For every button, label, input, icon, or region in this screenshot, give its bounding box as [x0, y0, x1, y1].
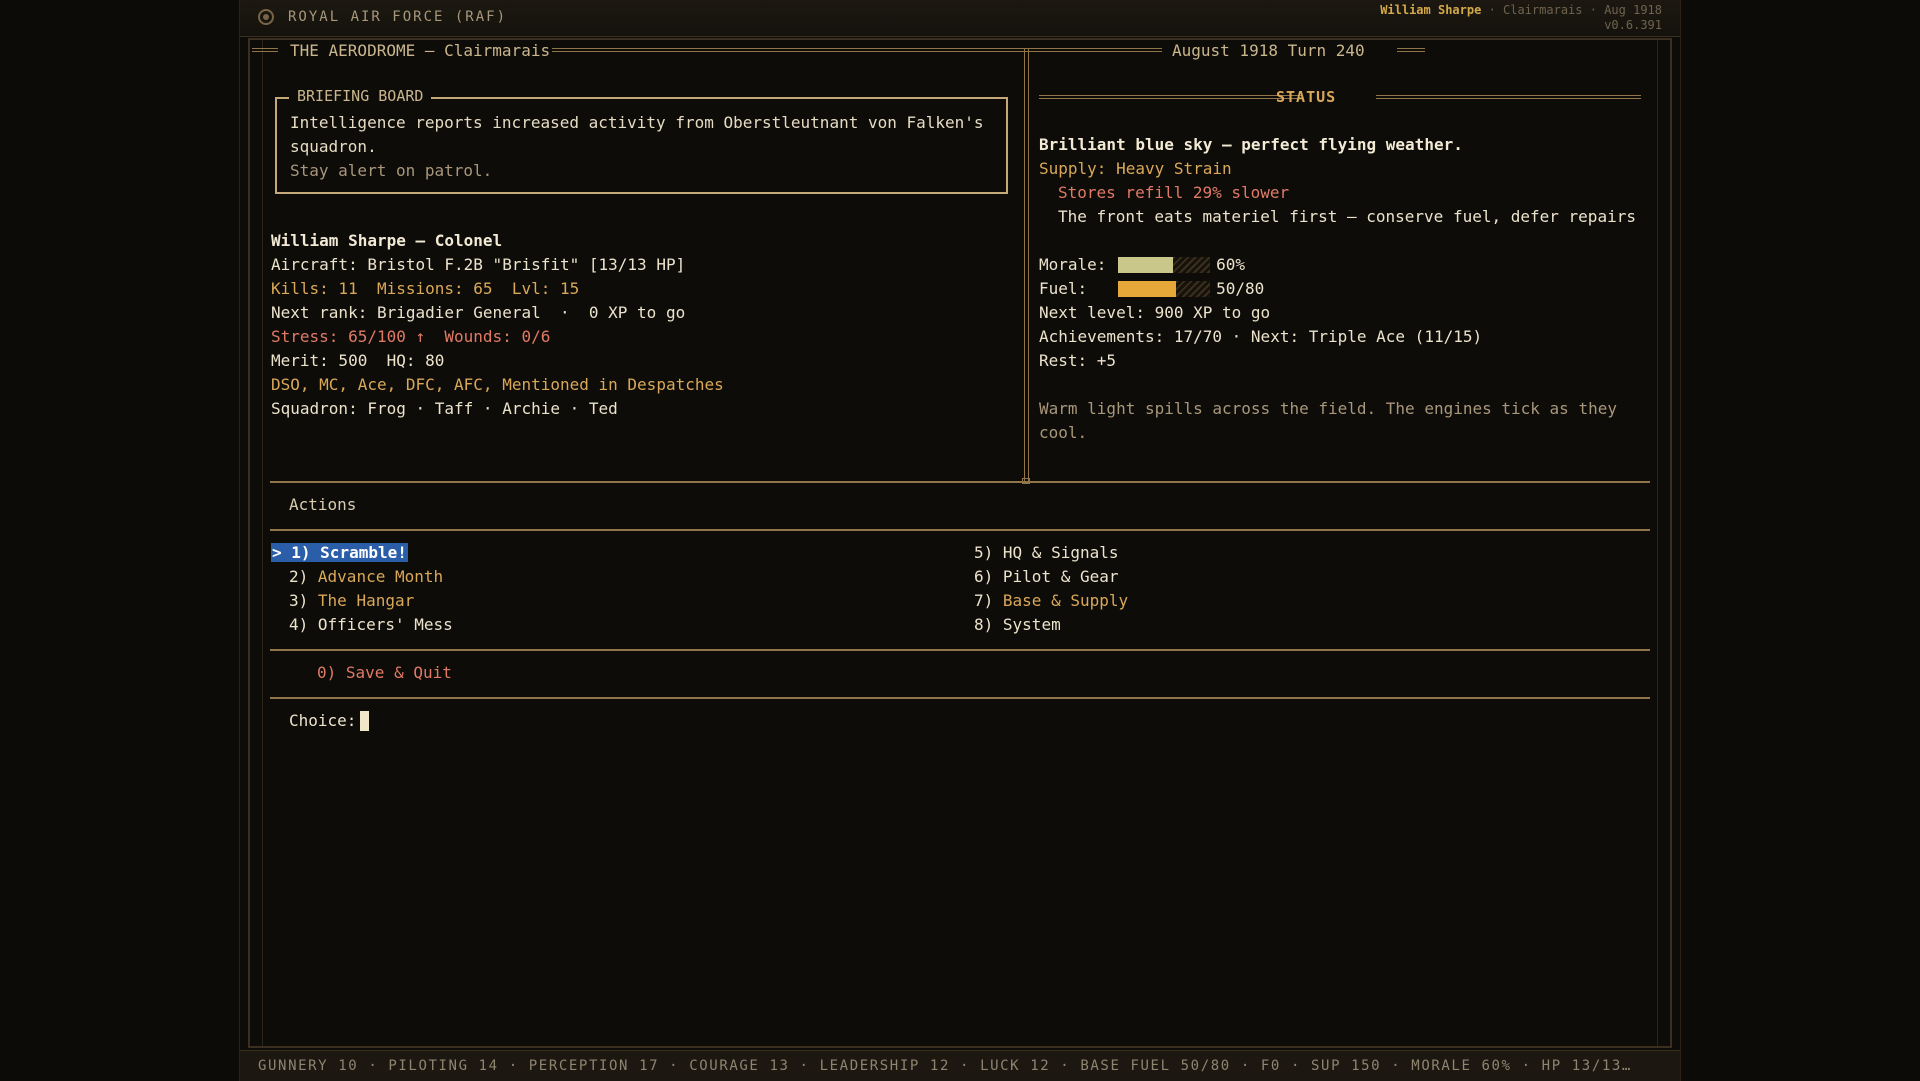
- menu-item-hangar[interactable]: 3) The Hangar: [289, 589, 414, 613]
- pilot-squadron: Squadron: Frog · Taff · Archie · Ted: [271, 399, 618, 418]
- selected-highlight: > 1) Scramble!: [271, 543, 408, 562]
- date-turn: August 1918 Turn 240: [1172, 41, 1365, 60]
- morale-bar-empty: [1173, 257, 1211, 273]
- briefing-text: Intelligence reports increased activity …: [290, 111, 990, 183]
- pilot-aircraft: Aircraft: Bristol F.2B "Brisfit" [13/13 …: [271, 255, 686, 274]
- pilot-kills-missions: Kills: 11 Missions: 65 Lvl: 15: [271, 279, 580, 298]
- player-name: William Sharpe: [1380, 3, 1482, 17]
- menu-key: 8): [974, 615, 994, 634]
- separator: ·: [1582, 3, 1605, 17]
- menu-key: 1): [291, 543, 311, 562]
- current-date: Aug 1918: [1604, 3, 1662, 17]
- session-info: William Sharpe · Clairmarais · Aug 1918 …: [1380, 3, 1662, 33]
- menu-label: Officers' Mess: [317, 615, 453, 634]
- separator: ·: [1481, 3, 1504, 17]
- raf-roundel-icon: [258, 9, 274, 25]
- fuel-bar-empty: [1175, 281, 1211, 297]
- menu-label: Advance Month: [317, 567, 444, 586]
- menu-label: Base & Supply: [1002, 591, 1129, 610]
- menu-label: Pilot & Gear: [1002, 567, 1119, 586]
- pilot-stress: Stress: 65/100 ↑: [271, 327, 426, 346]
- pilot-decorations: DSO, MC, Ace, DFC, AFC, Mentioned in Des…: [271, 375, 724, 394]
- menu-label: The Hangar: [317, 591, 415, 610]
- briefing-title: BRIEFING BOARD: [289, 87, 432, 105]
- pilot-name-rank: William Sharpe — Colonel: [271, 231, 503, 250]
- menu-item-officers-mess[interactable]: 4) Officers' Mess: [289, 613, 453, 637]
- morale-row: Morale: 60%: [1039, 253, 1245, 277]
- stats-status-bar: GUNNERY 10 · PILOTING 14 · PERCEPTION 17…: [240, 1050, 1680, 1081]
- text-cursor: [360, 711, 370, 731]
- version: v0.6.391: [1604, 18, 1662, 32]
- menu-item-pilot-gear[interactable]: 6) Pilot & Gear: [974, 565, 1119, 589]
- supply-note: The front eats materiel first — conserve…: [1058, 207, 1636, 226]
- pilot-stress-wounds: Stress: 65/100 ↑ Wounds: 0/6: [271, 325, 550, 349]
- fuel-bar: [1118, 281, 1211, 297]
- pilot-next-rank: Next rank: Brigadier General · 0 XP to g…: [271, 303, 686, 322]
- morale-bar-fill: [1118, 257, 1174, 273]
- location: Clairmarais: [1503, 3, 1583, 17]
- column-divider: [1024, 49, 1029, 483]
- app-title: ROYAL AIR FORCE (RAF): [288, 9, 508, 25]
- morale-bar: [1118, 257, 1211, 273]
- briefing-note: Stay alert on patrol.: [290, 161, 493, 180]
- fuel-label: Fuel:: [1039, 279, 1088, 298]
- menu-key: 4): [289, 615, 309, 634]
- briefing-message: Intelligence reports increased activity …: [290, 113, 984, 156]
- status-rule: [1376, 95, 1641, 99]
- header-rule: [1397, 48, 1425, 52]
- fuel-value: 50/80: [1216, 279, 1265, 298]
- fuel-bar-fill: [1118, 281, 1176, 297]
- menu-label: HQ & Signals: [1002, 543, 1119, 562]
- supply-status: Supply: Heavy Strain: [1039, 159, 1232, 178]
- section-divider: [270, 529, 1650, 531]
- rest: Rest: +5: [1039, 351, 1117, 370]
- menu-key: 7): [974, 591, 994, 610]
- header-rule: [552, 48, 1162, 52]
- flavor-text: Warm light spills across the field. The …: [1039, 399, 1617, 442]
- section-divider: [270, 649, 1650, 651]
- title-bar: ROYAL AIR FORCE (RAF) William Sharpe · C…: [240, 0, 1680, 37]
- selection-cursor: >: [272, 543, 292, 562]
- morale-value: 60%: [1216, 255, 1245, 274]
- choice-prompt[interactable]: Choice:: [289, 709, 370, 733]
- choice-label: Choice:: [289, 711, 357, 730]
- briefing-board: BRIEFING BOARD Intelligence reports incr…: [275, 87, 1008, 194]
- menu-item-base-supply[interactable]: 7) Base & Supply: [974, 589, 1128, 613]
- panel-title: THE AERODROME — Clairmarais: [290, 41, 551, 60]
- menu-label: Scramble!: [320, 543, 407, 562]
- menu-key: 5): [974, 543, 994, 562]
- section-divider: [270, 697, 1650, 699]
- weather: Brilliant blue sky — perfect flying weat…: [1039, 135, 1463, 154]
- header-rule: [252, 48, 278, 52]
- morale-label: Morale:: [1039, 255, 1107, 274]
- status-title: STATUS: [1276, 88, 1337, 106]
- menu-item-scramble[interactable]: > 1) Scramble!: [271, 541, 408, 565]
- achievements: Achievements: 17/70 · Next: Triple Ace (…: [1039, 327, 1483, 346]
- menu-key: 3): [289, 591, 309, 610]
- pilot-merit-hq: Merit: 500 HQ: 80: [271, 351, 445, 370]
- section-divider: [270, 481, 1650, 483]
- status-rule: [1039, 95, 1303, 99]
- menu-item-system[interactable]: 8) System: [974, 613, 1061, 637]
- stats-text: GUNNERY 10 · PILOTING 14 · PERCEPTION 17…: [258, 1058, 1632, 1074]
- menu-label: System: [1002, 615, 1061, 634]
- fuel-row: Fuel: 50/80: [1039, 277, 1264, 301]
- pilot-wounds: Wounds: 0/6: [444, 327, 551, 346]
- menu-item-hq-signals[interactable]: 5) HQ & Signals: [974, 541, 1119, 565]
- actions-title: Actions: [289, 495, 357, 514]
- menu-key: 6): [974, 567, 994, 586]
- menu-item-advance-month[interactable]: 2) Advance Month: [289, 565, 443, 589]
- next-level: Next level: 900 XP to go: [1039, 303, 1271, 322]
- menu-key: 2): [289, 567, 309, 586]
- menu-item-save-quit[interactable]: 0) Save & Quit: [317, 661, 452, 685]
- supply-detail: Stores refill 29% slower: [1058, 183, 1290, 202]
